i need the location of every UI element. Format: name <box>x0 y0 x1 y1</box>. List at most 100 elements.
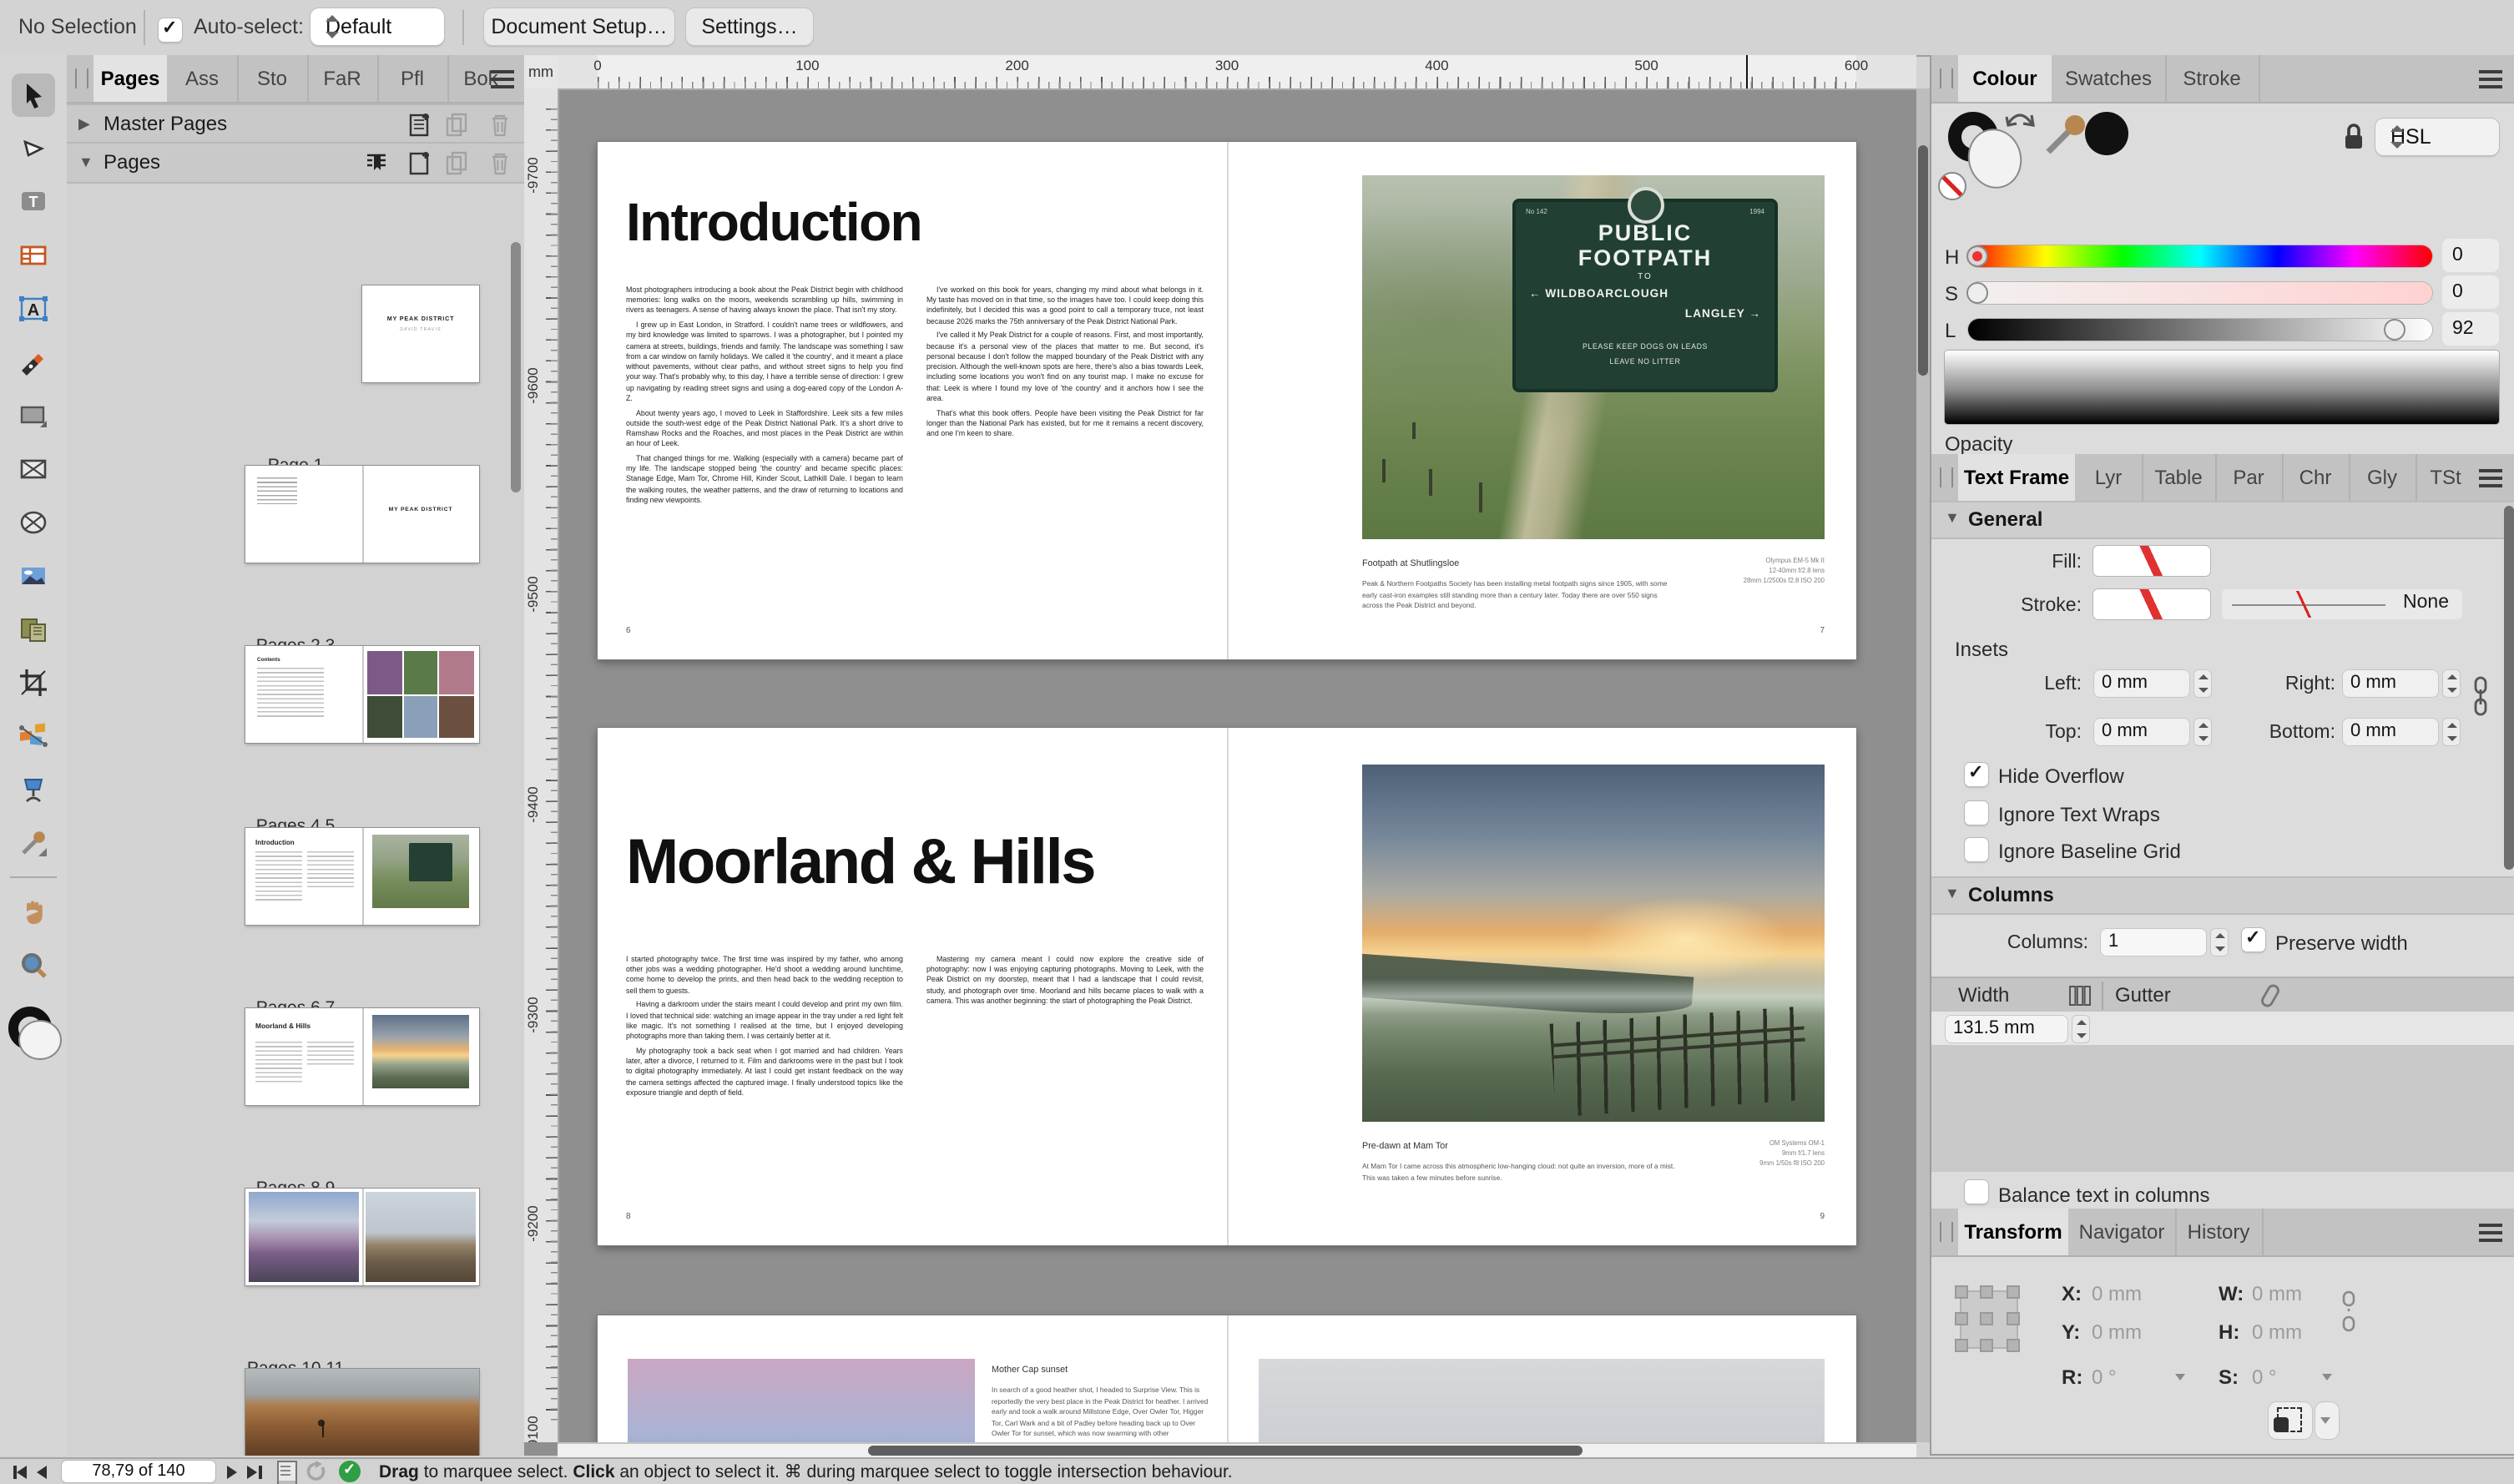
artistic-text-tool[interactable]: A <box>12 287 55 331</box>
panel-menu-icon[interactable] <box>2479 469 2502 487</box>
tab-stock[interactable]: Sto <box>237 55 309 102</box>
stepper[interactable] <box>2193 669 2212 698</box>
warp-transform-tool[interactable] <box>12 714 55 758</box>
settings-button[interactable]: Settings… <box>686 8 813 45</box>
tab-table[interactable]: Table <box>2142 454 2217 501</box>
picture-frame-ellipse-tool[interactable] <box>12 501 55 544</box>
previous-page-button[interactable] <box>37 1466 47 1479</box>
tab-character[interactable]: Chr <box>2282 454 2350 501</box>
rectangle-tool[interactable] <box>12 394 55 437</box>
inset-top-input[interactable]: 0 mm <box>2093 718 2190 746</box>
panel-drag-handle[interactable] <box>1940 467 1953 487</box>
duplicate-page-icon[interactable] <box>444 112 469 137</box>
panel-menu-icon[interactable] <box>2479 1224 2502 1242</box>
photo-mamtor-sunrise[interactable] <box>1362 765 1825 1122</box>
spread-pages-10-11[interactable]: Mother Cap sunset In search of a good he… <box>598 1315 1856 1442</box>
horizontal-ruler[interactable]: 0 100 200 300 400 500 600 <box>558 55 1916 90</box>
panel-menu-icon[interactable] <box>2479 70 2502 88</box>
lock-icon[interactable] <box>2342 122 2365 152</box>
hue-value[interactable]: 0 <box>2442 239 2499 272</box>
rotation-value[interactable]: 0 ° <box>2092 1365 2117 1389</box>
stroke-style-dropdown[interactable]: None <box>2222 589 2462 619</box>
master-pages-section[interactable]: ▶ Master Pages <box>67 103 524 145</box>
place-image-tool[interactable] <box>12 554 55 598</box>
ruler-unit[interactable]: mm <box>524 55 559 90</box>
stepper[interactable] <box>2072 1014 2090 1042</box>
stepper[interactable] <box>2442 718 2461 746</box>
columns-count-input[interactable]: 1 <box>2100 928 2207 957</box>
tab-preflight[interactable]: Pfl <box>377 55 449 102</box>
slider-thumb[interactable] <box>1966 245 1988 267</box>
asset-pages-tool[interactable] <box>12 608 55 651</box>
picked-colour-swatch[interactable] <box>2085 112 2128 155</box>
duplicate-page-icon[interactable] <box>444 150 469 175</box>
spread-pages-6-7[interactable]: Introduction Most photographers introduc… <box>598 142 1856 659</box>
pen-tool[interactable] <box>12 341 55 384</box>
unlink-dimensions-icon[interactable] <box>2339 1290 2359 1334</box>
section-anchor-icon[interactable] <box>364 150 389 175</box>
preflight-document-icon[interactable] <box>277 1461 297 1484</box>
tab-fields[interactable]: FaR <box>307 55 379 102</box>
panel-menu-icon[interactable] <box>491 70 514 88</box>
columns-section-header[interactable]: ▼ Columns <box>1931 876 2514 915</box>
pasteboard[interactable]: Introduction Most photographers introduc… <box>558 88 1916 1442</box>
preserve-width-checkbox[interactable] <box>2242 928 2265 951</box>
tab-transform[interactable]: Transform <box>1958 1209 2068 1255</box>
no-colour-icon[interactable] <box>1938 172 1966 200</box>
last-page-arrow[interactable] <box>247 1466 257 1479</box>
first-page-button[interactable] <box>13 1466 16 1479</box>
canvas-area[interactable]: mm 0 100 200 300 400 500 600 -9700 -9600… <box>524 55 1916 1456</box>
stepper[interactable] <box>2193 718 2212 746</box>
first-page-arrow[interactable] <box>17 1466 27 1479</box>
chevron-down-icon[interactable] <box>2322 1374 2332 1381</box>
panel-drag-handle[interactable] <box>1940 1222 1953 1242</box>
w-value[interactable]: 0 mm <box>2252 1282 2302 1305</box>
tab-history[interactable]: History <box>2175 1209 2264 1255</box>
lightness-value[interactable]: 92 <box>2442 312 2499 346</box>
page-thumbnail-8-9[interactable]: Moorland & Hills <box>245 1008 479 1105</box>
colour-mode-dropdown[interactable]: HSL <box>2375 119 2499 155</box>
inset-right-input[interactable]: 0 mm <box>2342 669 2439 698</box>
add-master-page-icon[interactable] <box>407 112 432 137</box>
page-thumbnail-1[interactable]: MY PEAK DISTRICT DAVID TRAVIS <box>362 285 479 382</box>
tab-layers[interactable]: Lyr <box>2075 454 2143 501</box>
text-stroke-swatch[interactable] <box>2093 589 2210 619</box>
saturation-slider[interactable] <box>1968 282 2432 304</box>
transform-origin-button[interactable] <box>2269 1402 2312 1439</box>
transform-anchor-selector[interactable] <box>1955 1285 2022 1352</box>
tab-text-frame[interactable]: Text Frame <box>1958 454 2075 501</box>
page-thumbnail-2-3[interactable]: MY PEAK DISTRICT <box>245 466 479 563</box>
delete-page-icon[interactable] <box>487 150 512 175</box>
picture-frame-rectangle-tool[interactable] <box>12 447 55 491</box>
stepper[interactable] <box>2442 669 2461 698</box>
ignore-baseline-grid-checkbox[interactable] <box>1965 838 1988 861</box>
panel-drag-handle[interactable] <box>75 68 88 88</box>
tab-swatches[interactable]: Swatches <box>2052 55 2167 102</box>
slider-thumb[interactable] <box>1966 282 1988 304</box>
photo-footpath-sign[interactable]: No 1421994 PUBLIC FOOTPATH TO ← WILDBOAR… <box>1362 175 1825 539</box>
pages-scrollbar-thumb[interactable] <box>511 242 521 492</box>
text-fill-swatch[interactable] <box>2093 546 2210 576</box>
link-insets-icon[interactable] <box>2469 676 2492 719</box>
view-hand-tool[interactable] <box>12 890 55 933</box>
panel-scrollbar-thumb[interactable] <box>2504 506 2514 870</box>
saturation-value[interactable]: 0 <box>2442 275 2499 309</box>
hide-overflow-checkbox[interactable] <box>1965 763 1988 786</box>
spread-pages-8-9[interactable]: Moorland & Hills I started photography t… <box>598 728 1856 1245</box>
delete-page-icon[interactable] <box>487 112 512 137</box>
tab-pages[interactable]: Pages <box>93 55 167 102</box>
document-setup-button[interactable]: Document Setup… <box>484 8 674 45</box>
columns-table-row[interactable]: 131.5 mm <box>1931 1012 2514 1045</box>
vertical-ruler[interactable]: -9700 -9600 -9500 -9400 -9300 -9200 -910… <box>524 88 559 1442</box>
colour-picker-tool[interactable] <box>12 821 55 865</box>
tab-colour[interactable]: Colour <box>1958 55 2052 102</box>
tab-glyphs[interactable]: Gly <box>2349 454 2417 501</box>
balance-text-checkbox[interactable] <box>1965 1180 1988 1204</box>
slider-thumb[interactable] <box>2384 319 2405 341</box>
auto-select-dropdown[interactable]: Default <box>310 8 444 45</box>
lightness-slider[interactable] <box>1968 319 2432 341</box>
chevron-down-icon[interactable]: ▼ <box>1945 885 1960 901</box>
ignore-text-wraps-checkbox[interactable] <box>1965 801 1988 825</box>
page-thumbnail-10-11[interactable] <box>245 1189 479 1285</box>
current-page-field[interactable]: 78,79 of 140 <box>62 1461 215 1482</box>
